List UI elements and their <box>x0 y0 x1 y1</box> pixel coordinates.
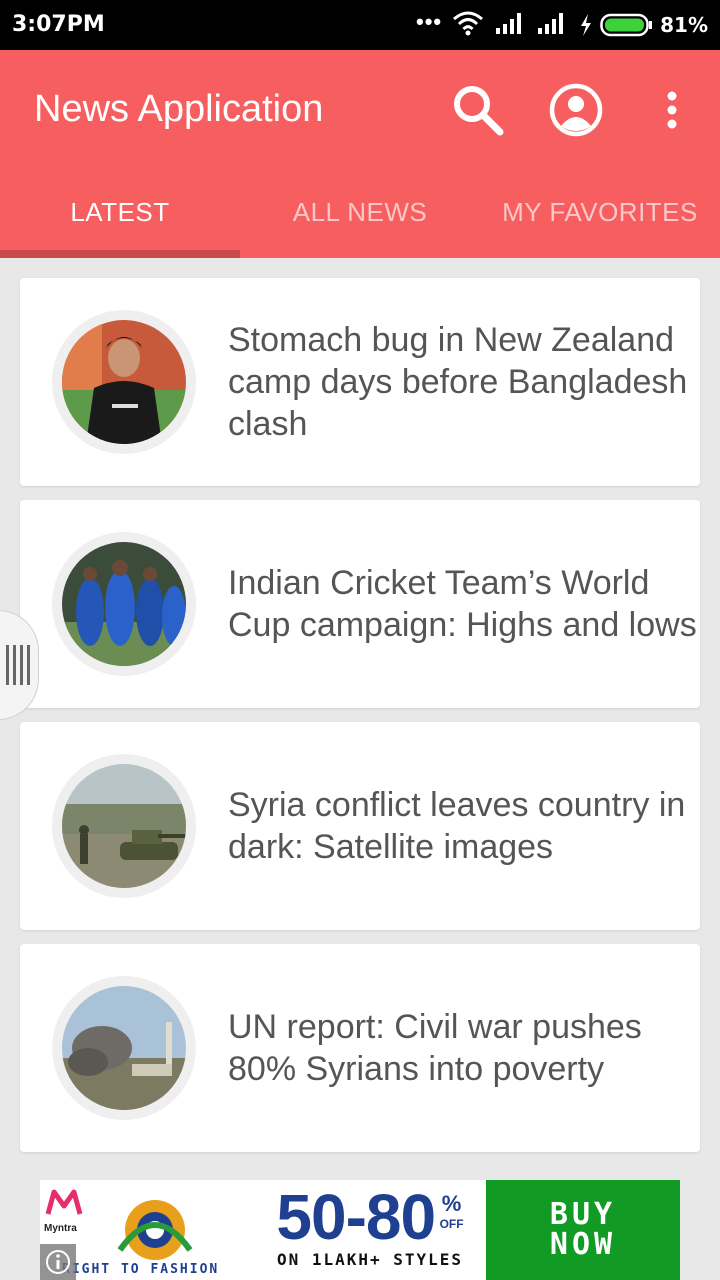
charging-bolt-icon <box>581 14 592 36</box>
article-headline: Indian Cricket Team’s World Cup campaign… <box>228 564 697 644</box>
article-thumbnail <box>52 310 196 454</box>
signal-icon <box>494 10 526 41</box>
status-icons: ••• 81% <box>416 9 708 41</box>
cricket-player-photo <box>62 320 186 444</box>
article-thumbnail <box>52 976 196 1120</box>
overflow-menu-button[interactable] <box>640 78 704 142</box>
app-title: News Application <box>34 88 324 130</box>
gear-graphic <box>117 1200 193 1260</box>
myntra-logo: Myntra <box>44 1188 84 1234</box>
smoke-city-photo <box>62 986 186 1110</box>
news-card[interactable]: Syria conflict leaves country in dark: S… <box>20 722 700 930</box>
ad-tagline: RIGHT TO FASHION <box>62 1262 220 1277</box>
ad-banner[interactable]: Myntra RIGHT TO FASHION 50-80 % OFF ON 1… <box>40 1180 680 1280</box>
ad-offer: 50-80 % OFF ON 1LAKH+ STYLES <box>252 1184 488 1269</box>
ad-offer-subtext: ON 1LAKH+ STYLES <box>276 1250 464 1269</box>
battery-percent: 81% <box>660 13 708 37</box>
article-headline: Stomach bug in New Zealand camp days bef… <box>228 321 688 443</box>
battery-icon <box>600 13 653 37</box>
search-icon <box>454 86 504 136</box>
article-headline: Syria conflict leaves country in dark: S… <box>228 786 686 866</box>
ad-brand: Myntra <box>44 1223 77 1234</box>
buy-now-button[interactable]: BUY NOW <box>486 1180 680 1280</box>
cricket-team-photo <box>62 542 186 666</box>
account-icon <box>549 83 603 137</box>
status-time: 3:07PM <box>12 12 105 37</box>
article-thumbnail <box>52 754 196 898</box>
tab-latest[interactable]: LATEST <box>0 180 240 258</box>
news-card[interactable]: Stomach bug in New Zealand camp days bef… <box>20 278 700 486</box>
battery-status: 81% <box>578 13 708 37</box>
account-button[interactable] <box>544 78 608 142</box>
tab-all-news[interactable]: ALL NEWS <box>240 180 480 258</box>
notification-dots: ••• <box>416 9 443 34</box>
overflow-menu-icon <box>667 91 677 129</box>
wifi-icon <box>452 10 484 41</box>
news-card[interactable]: UN report: Civil war pushes 80% Syrians … <box>20 944 700 1152</box>
tab-bar: LATEST ALL NEWS MY FAVORITES <box>0 180 720 258</box>
ad-percent-sign: % <box>441 1191 462 1216</box>
signal-icon-2 <box>536 10 568 41</box>
tab-my-favorites[interactable]: MY FAVORITES <box>480 180 720 258</box>
status-bar: 3:07PM ••• 81% <box>0 0 720 50</box>
ad-off-label: OFF <box>439 1217 464 1231</box>
app-bar: News Application LATEST ALL NEWS MY FAVO… <box>0 50 720 258</box>
search-button[interactable] <box>446 78 510 142</box>
ad-cta-line1: BUY <box>549 1197 617 1232</box>
ad-info-icon[interactable] <box>40 1244 76 1280</box>
ad-offer-percent: 50-80 <box>276 1181 436 1253</box>
article-thumbnail <box>52 532 196 676</box>
ad-cta-line2: NOW <box>549 1227 617 1262</box>
tank-photo <box>62 764 186 888</box>
article-headline: UN report: Civil war pushes 80% Syrians … <box>228 1008 642 1088</box>
news-card[interactable]: Indian Cricket Team’s World Cup campaign… <box>20 500 700 708</box>
